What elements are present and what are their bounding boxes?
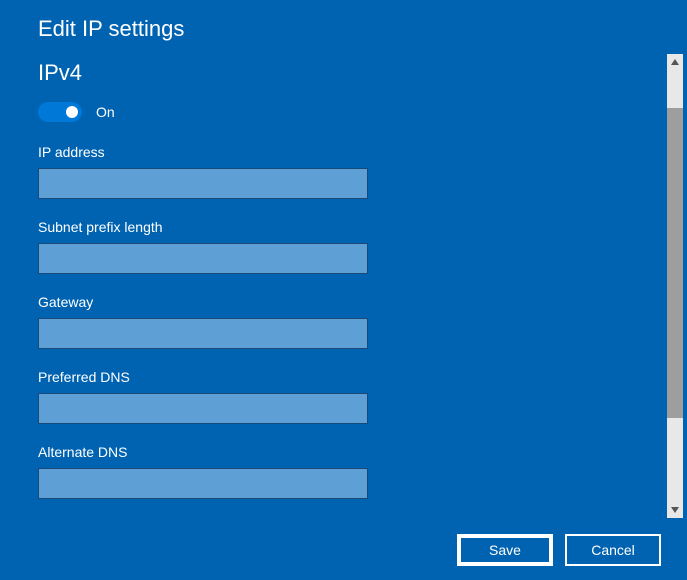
ip-address-input[interactable]: [38, 168, 368, 199]
preferred-dns-group: Preferred DNS: [38, 369, 649, 424]
scroll-thumb[interactable]: [667, 108, 683, 418]
ipv4-toggle-row: On: [38, 102, 649, 122]
gateway-input[interactable]: [38, 318, 368, 349]
cancel-button[interactable]: Cancel: [565, 534, 661, 566]
content-area: Edit IP settings IPv4 On IP address Subn…: [0, 0, 687, 520]
dialog-title: Edit IP settings: [38, 16, 649, 42]
dialog-footer: Save Cancel: [457, 534, 661, 566]
edit-ip-settings-dialog: Edit IP settings IPv4 On IP address Subn…: [0, 0, 687, 580]
section-heading: IPv4: [38, 60, 649, 86]
alternate-dns-group: Alternate DNS: [38, 444, 649, 499]
scroll-down-arrow-icon[interactable]: [667, 502, 683, 518]
subnet-prefix-group: Subnet prefix length: [38, 219, 649, 274]
vertical-scrollbar[interactable]: [667, 54, 683, 518]
ip-address-group: IP address: [38, 144, 649, 199]
ipv4-toggle-label: On: [96, 104, 115, 120]
save-button[interactable]: Save: [457, 534, 553, 566]
scroll-up-arrow-icon[interactable]: [667, 54, 683, 70]
gateway-label: Gateway: [38, 294, 649, 310]
ipv4-toggle[interactable]: [38, 102, 82, 122]
alternate-dns-label: Alternate DNS: [38, 444, 649, 460]
preferred-dns-label: Preferred DNS: [38, 369, 649, 385]
preferred-dns-input[interactable]: [38, 393, 368, 424]
subnet-prefix-input[interactable]: [38, 243, 368, 274]
ip-address-label: IP address: [38, 144, 649, 160]
gateway-group: Gateway: [38, 294, 649, 349]
subnet-prefix-label: Subnet prefix length: [38, 219, 649, 235]
alternate-dns-input[interactable]: [38, 468, 368, 499]
